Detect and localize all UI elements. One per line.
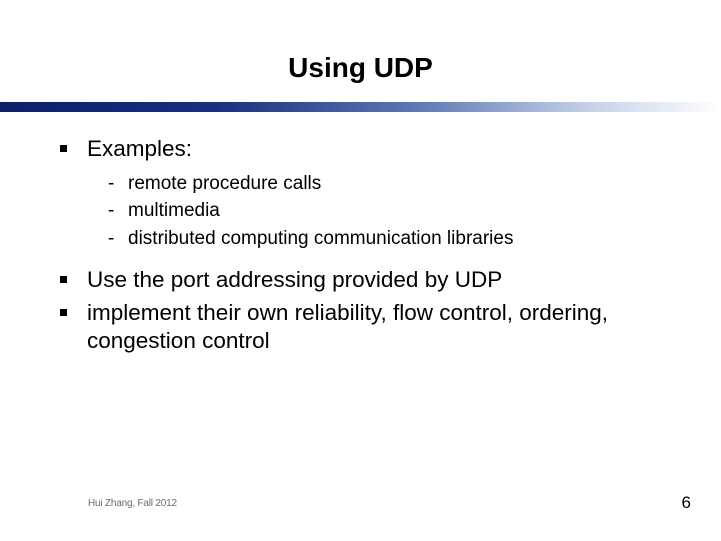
square-bullet-icon xyxy=(60,276,67,283)
bullet-item: Use the port addressing provided by UDP xyxy=(60,266,691,295)
bullet-text: implement their own reliability, flow co… xyxy=(87,299,691,357)
sub-bullet-text: multimedia xyxy=(128,199,220,224)
content-area: Examples: - remote procedure calls - mul… xyxy=(60,135,691,364)
dash-icon: - xyxy=(108,199,122,224)
sub-bullet-group: - remote procedure calls - multimedia - … xyxy=(108,172,691,252)
sub-bullet-text: distributed computing communication libr… xyxy=(128,227,513,252)
dash-icon: - xyxy=(108,172,122,197)
bullet-item: Examples: xyxy=(60,135,691,164)
square-bullet-icon xyxy=(60,145,67,152)
sub-bullet-item: - distributed computing communication li… xyxy=(108,227,691,252)
bullet-text: Use the port addressing provided by UDP xyxy=(87,266,502,295)
slide-title: Using UDP xyxy=(0,52,721,84)
footer-author: Hui Zhang, Fall 2012 xyxy=(88,498,177,509)
sub-bullet-item: - multimedia xyxy=(108,199,691,224)
title-divider xyxy=(0,102,721,112)
page-number: 6 xyxy=(682,493,691,513)
sub-bullet-text: remote procedure calls xyxy=(128,172,321,197)
bullet-item: implement their own reliability, flow co… xyxy=(60,299,691,357)
dash-icon: - xyxy=(108,227,122,252)
bullet-text: Examples: xyxy=(87,135,192,164)
sub-bullet-item: - remote procedure calls xyxy=(108,172,691,197)
square-bullet-icon xyxy=(60,309,67,316)
slide: Using UDP Examples: - remote procedure c… xyxy=(0,0,721,541)
